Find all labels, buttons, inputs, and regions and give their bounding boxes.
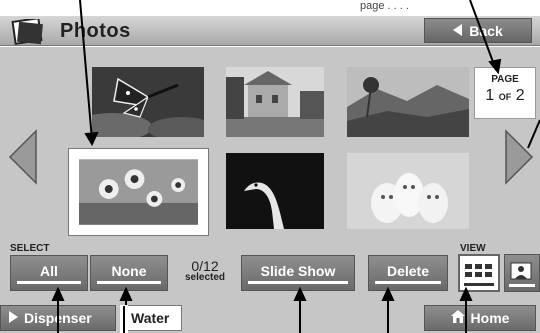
play-arrow-icon: [9, 310, 18, 326]
header-bar: Photos Back: [0, 16, 540, 46]
select-label: SELECT: [10, 243, 50, 254]
home-button[interactable]: Home: [424, 305, 536, 331]
top-caption: page . . . .: [360, 0, 409, 12]
photo-thumbnail-butterfly[interactable]: [92, 67, 204, 137]
view-label: VIEW: [460, 243, 486, 254]
photo-thumbnail-landscape[interactable]: [347, 67, 469, 137]
home-icon: [450, 310, 465, 326]
single-view-button[interactable]: [504, 254, 540, 292]
next-page-arrow-icon[interactable]: [504, 129, 534, 185]
photo-thumbnail-swan[interactable]: [226, 153, 324, 229]
selection-counter: 0/12 selected: [184, 258, 226, 283]
photo-thumbnail-puppies[interactable]: [347, 153, 469, 229]
page-current: 1: [485, 87, 495, 104]
photos-app-icon: [10, 17, 46, 45]
previous-page-arrow-icon[interactable]: [8, 129, 38, 185]
grid-view-icon: [464, 264, 494, 286]
page-total: 2: [515, 87, 525, 104]
single-photo-view-icon: [509, 262, 535, 287]
select-all-button[interactable]: All: [10, 255, 88, 291]
water-button[interactable]: Water: [122, 305, 182, 331]
footer-bar: Dispenser Water Home: [0, 301, 540, 333]
page-indicator: PAGE 1 OF 2: [474, 67, 536, 119]
photo-thumbnail-sunflowers-selected[interactable]: [68, 148, 209, 236]
grid-view-button[interactable]: [458, 254, 500, 292]
dispenser-button[interactable]: Dispenser: [0, 305, 116, 331]
delete-button[interactable]: Delete: [368, 255, 448, 291]
slide-show-button[interactable]: Slide Show: [241, 255, 355, 291]
photo-thumbnail-village[interactable]: [226, 67, 324, 137]
page-of: OF: [498, 92, 512, 102]
page-title: Photos: [60, 20, 131, 42]
back-button[interactable]: Back: [424, 18, 532, 43]
back-arrow-icon: [453, 23, 463, 39]
select-none-button[interactable]: None: [90, 255, 168, 291]
